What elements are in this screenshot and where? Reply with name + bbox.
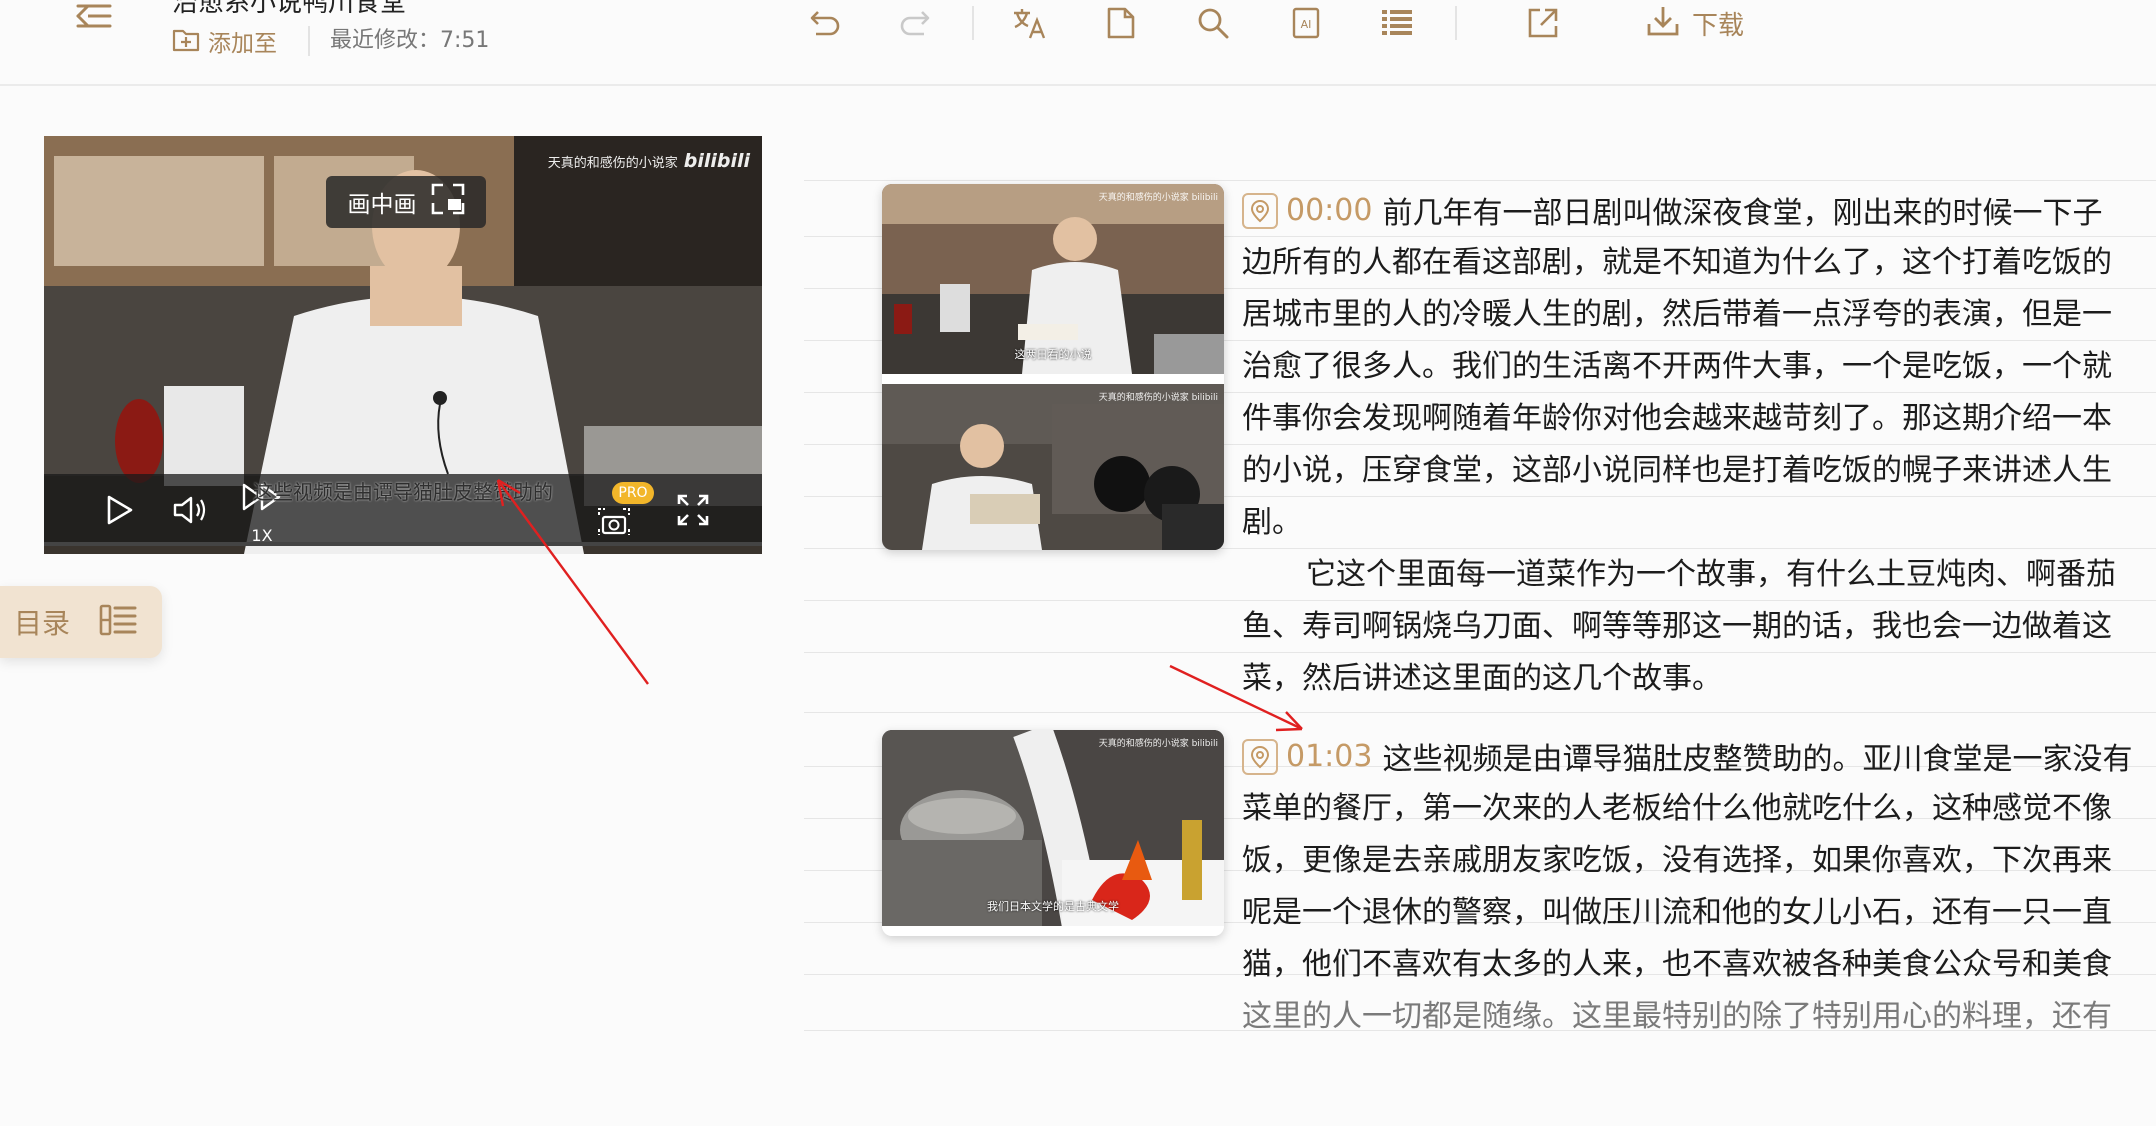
transcript-paragraph: 01:03 这些视频是由谭导猫肚皮整赞助的。亚川食堂是一家没有 菜单的餐厅，第一次… [1242,731,2156,1043]
thumbnail-caption: 这两日看的小说 [1014,348,1092,361]
transcript-line: 呢是一个退休的警察，叫做压川流和他的女儿小石，还有一只一直 [1242,895,2112,930]
transcript-line: 的小说，压穿食堂，这部小说同样也是打着吃饭的幌子来讲述人生 [1242,453,2112,488]
toolbar-divider [1455,6,1457,40]
back-arrow-icon[interactable] [70,0,118,36]
transcript-line: 治愈了很多人。我们的生活离不开两件大事，一个是吃饭，一个就 [1242,349,2112,384]
progress-track[interactable] [44,542,762,546]
timestamp-link[interactable]: 00:00 [1242,185,1372,237]
video-thumbnail-card[interactable]: 天真的和感伤的小说家 bilibili 我们日本文学的是古典文学 [882,730,1224,936]
undo-icon[interactable] [802,2,848,44]
location-pin-icon [1242,739,1278,775]
transcript-line: 菜单的餐厅，第一次来的人老板给什么他就吃什么，这种感觉不像 [1242,791,2112,826]
video-watermark: 天真的和感伤的小说家 bilibili [547,150,750,172]
thumbnail-caption: 我们日本文学的是古典文学 [987,900,1119,913]
thumbnail-frame[interactable]: 天真的和感伤的小说家 bilibili 我们日本文学的是古典文学 [882,730,1224,926]
meta-divider [308,26,310,56]
document-icon[interactable] [1098,2,1144,44]
transcript-line: 00:00 前几年有一部日剧叫做深夜食堂，刚出来的时候一下子 [1242,185,2156,237]
table-of-contents-button[interactable]: 目录 [0,586,162,658]
video-thumbnail-card[interactable]: 天真的和感伤的小说家 bilibili 这两日看的小说 天真的和感伤的小说家 b… [882,184,1224,550]
transcript-line: 菜，然后讲述这里面的这几个故事。 [1242,661,1722,696]
document-title: 治愈系小说鸭川食堂 [172,0,407,18]
thumbnail-frame[interactable]: 天真的和感伤的小说家 bilibili [882,384,1224,550]
toc-label: 目录 [14,607,71,640]
ruled-line [804,712,2156,713]
svg-text:AI: AI [1301,18,1312,31]
transcript-line: 件事你会发现啊随着年龄你对他会越来越苛刻了。那这期介绍一本 [1242,401,2112,436]
transcript-line: 边所有的人都在看这部剧，就是不知道为什么了，这个打着吃饭的 [1242,245,2112,280]
location-pin-icon [1242,193,1278,229]
transcript-line: 鱼、寿司啊锅烧乌刀面、啊等等那这一期的话，我也会一边做着这 [1242,609,2112,644]
transcript-text: 这些视频是由谭导猫肚皮整赞助的。亚川食堂是一家没有 [1382,742,2133,777]
last-modified-text: 最近修改：7:51 [330,28,490,53]
ruled-line [804,180,2156,181]
picture-in-picture-button[interactable]: 画中画 [326,176,486,228]
search-icon[interactable] [1190,2,1236,44]
download-icon [1646,4,1680,42]
timestamp-text: 00:00 [1286,193,1373,228]
thumbnail-frame[interactable]: 天真的和感伤的小说家 bilibili 这两日看的小说 [882,184,1224,374]
top-toolbar: 治愈系小说鸭川食堂 添加至 最近修改：7:51 AI 下载 [0,0,2156,86]
folder-plus-icon [172,26,200,56]
download-button[interactable]: 下载 [1646,2,1744,44]
transcript-paragraph: 00:00 前几年有一部日剧叫做深夜食堂，刚出来的时候一下子 边所有的人都在看这部… [1242,185,2156,705]
timestamp-link[interactable]: 01:03 [1242,731,1372,783]
download-label: 下载 [1692,10,1745,41]
outline-list-icon[interactable] [1374,2,1420,44]
transcript-line: 剧。 [1242,505,1302,540]
transcript-line: 饭，更像是去亲戚朋友家吃饭，没有选择，如果你喜欢，下次再来 [1242,843,2112,878]
timestamp-text: 01:03 [1286,739,1373,774]
thumbnail-watermark: 天真的和感伤的小说家 bilibili [1098,739,1218,749]
pip-label: 画中画 [347,192,417,218]
video-subtitle: 这些视频是由谭导猫肚皮整赞助的 [253,480,553,504]
outline-icon [98,603,138,641]
toolbar-divider [972,6,974,40]
video-player[interactable]: 天真的和感伤的小说家 bilibili 画中画 1X PRO 这些视频是由谭导猫… [44,136,762,554]
transcript-line: 01:03 这些视频是由谭导猫肚皮整赞助的。亚川食堂是一家没有 [1242,731,2156,783]
thumbnail-watermark: 天真的和感伤的小说家 bilibili [1098,193,1218,203]
transcript-line: 它这个里面每一道菜作为一个故事，有什么土豆炖肉、啊番茄 [1306,557,2116,592]
add-to-button[interactable]: 添加至 [172,24,277,58]
ai-icon[interactable]: AI [1283,2,1329,44]
add-to-label: 添加至 [208,31,277,57]
transcript-line: 猫，他们不喜欢有太多的人来，也不喜欢被各种美食公众号和美食 [1242,947,2112,982]
transcript-line: 居城市里的人的冷暖人生的剧，然后带着一点浮夸的表演，但是一 [1242,297,2112,332]
redo-icon[interactable] [892,2,938,44]
thumbnail-watermark: 天真的和感伤的小说家 bilibili [1098,393,1218,403]
export-icon[interactable] [1520,2,1566,44]
pip-icon [431,183,465,221]
transcript-line: 这里的人一切都是随缘。这里最特别的除了特别用心的料理，还有 [1242,999,2112,1034]
translate-icon[interactable] [1006,2,1052,44]
transcript-text: 前几年有一部日剧叫做深夜食堂，刚出来的时候一下子 [1382,196,2103,231]
